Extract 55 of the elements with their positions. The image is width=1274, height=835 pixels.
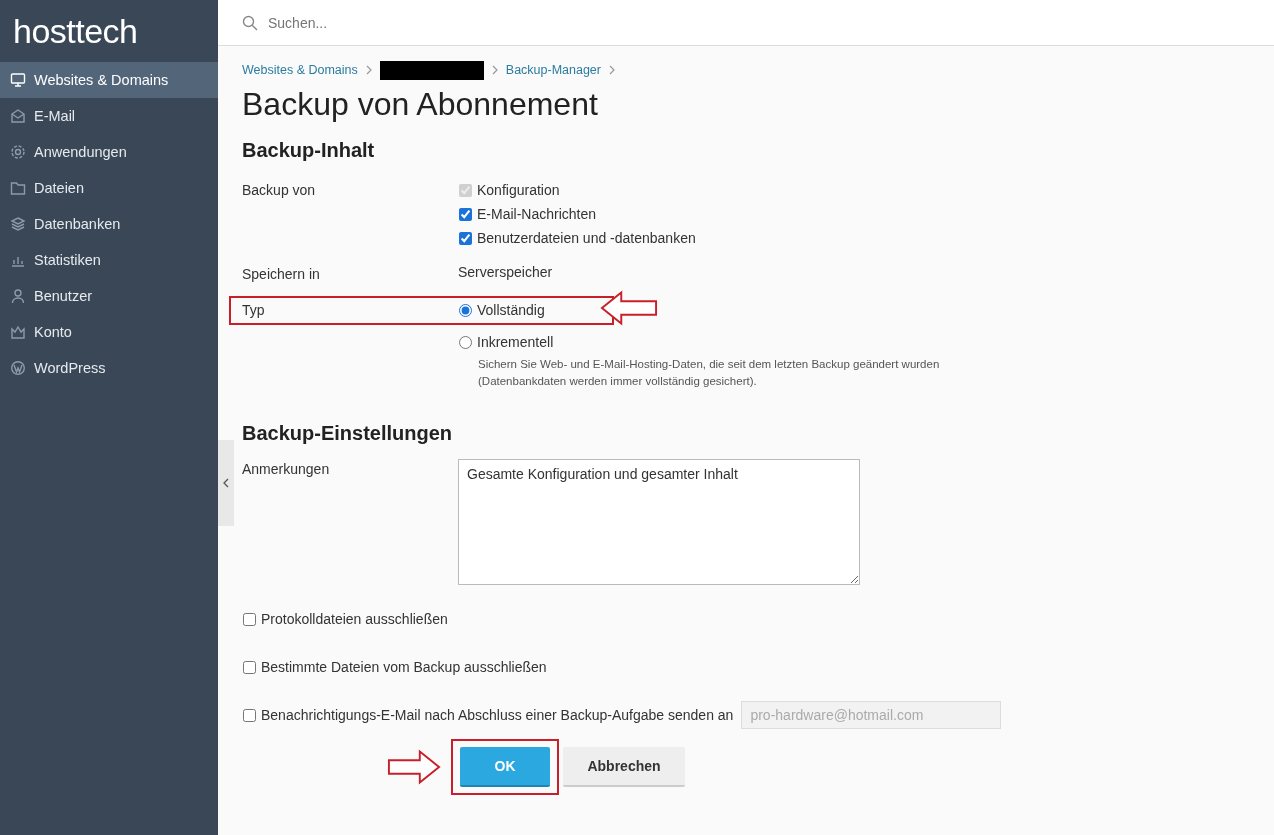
sidebar-item[interactable]: E-Mail — [0, 98, 218, 134]
field-value: Serverspeicher — [458, 264, 553, 282]
collapse-handle[interactable] — [218, 440, 234, 526]
radio-button[interactable] — [459, 335, 472, 349]
checkbox-label: Protokolldateien ausschließen — [261, 611, 448, 627]
radio-label: Inkrementell — [477, 334, 554, 350]
monitor-icon — [10, 72, 26, 88]
folder-icon — [10, 180, 26, 196]
gear-icon — [10, 144, 26, 160]
sidebar-item[interactable]: Websites & Domains — [0, 62, 218, 98]
sidebar-item[interactable]: Dateien — [0, 170, 218, 206]
checkbox[interactable] — [459, 207, 472, 221]
chevron-right-icon — [491, 65, 498, 75]
checkbox-label: Konfiguration — [477, 182, 560, 198]
sidebar-item[interactable]: Benutzer — [0, 278, 218, 314]
checkbox-label: Benutzerdateien und -datenbanken — [477, 230, 696, 246]
radio-button[interactable] — [459, 303, 472, 317]
crown-icon — [10, 324, 26, 340]
search-icon — [242, 14, 258, 31]
arrow-icon — [387, 749, 441, 785]
sidebar-item[interactable]: Anwendungen — [0, 134, 218, 170]
sidebar-item[interactable]: WordPress — [0, 350, 218, 386]
breadcrumb-link[interactable]: Backup-Manager — [505, 63, 601, 77]
cancel-button[interactable]: Abbrechen — [563, 747, 685, 787]
sidebar-item[interactable]: Konto — [0, 314, 218, 350]
logo: hosttech — [12, 11, 139, 52]
stack-icon — [10, 216, 26, 232]
wordpress-icon — [10, 360, 26, 376]
chevron-right-icon — [609, 65, 615, 75]
sidebar-item[interactable]: Datenbanken — [0, 206, 218, 242]
section-heading: Backup-Einstellungen — [242, 422, 454, 445]
checkbox[interactable] — [459, 231, 472, 245]
chevron-left-icon — [223, 478, 229, 488]
user-icon — [10, 288, 26, 304]
field-label: Anmerkungen — [242, 460, 331, 479]
hint-text: Sichern Sie Web- und E-Mail-Hosting-Daten, die seit dem letzten Backup geändert wurden (Datenbankdaten werden immer vollständig gesichert). — [478, 357, 941, 389]
breadcrumb-link[interactable]: Websites & Domains — [242, 63, 358, 77]
checkbox[interactable] — [243, 660, 256, 674]
search-field[interactable]: Suchen... — [266, 13, 570, 32]
section-heading: Backup-Inhalt — [242, 139, 376, 162]
checkbox-label: Bestimmte Dateien vom Backup ausschließen — [261, 659, 547, 675]
field-label: Typ — [242, 301, 266, 320]
checkbox-label: Benachrichtigungs-E-Mail nach Abschluss einer Backup-Aufgabe senden an — [261, 707, 734, 723]
checkbox-label: E-Mail-Nachrichten — [477, 206, 597, 222]
envelope-icon — [10, 108, 26, 124]
field-label: Backup von — [242, 181, 317, 200]
checkbox[interactable] — [243, 612, 256, 626]
field-label: Speichern in — [242, 265, 321, 282]
notes-field[interactable]: Gesamte Konfiguration und gesamter Inhalt — [458, 459, 860, 585]
arrow-icon — [600, 290, 658, 326]
page-title: Backup von Abonnement — [242, 86, 599, 123]
sidebar-item[interactable]: Statistiken — [0, 242, 218, 278]
chevron-right-icon — [365, 65, 372, 75]
radio-label: Vollständig — [477, 302, 545, 318]
checkbox[interactable] — [243, 708, 256, 722]
